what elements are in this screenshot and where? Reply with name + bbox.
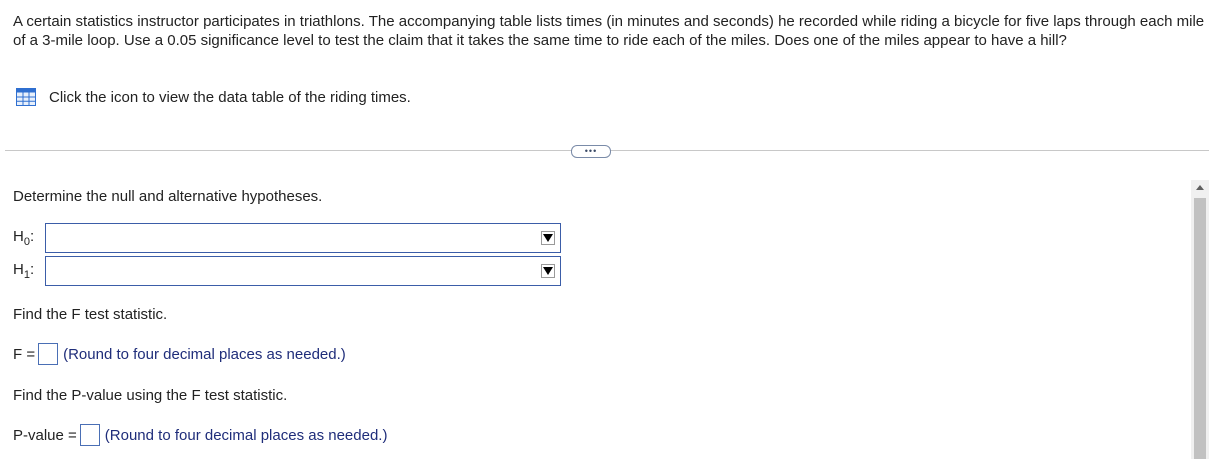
f-stat-row: F = (Round to four decimal places as nee… <box>13 343 346 365</box>
f-stat-label: F = <box>13 345 36 363</box>
f-stat-input[interactable] <box>38 343 59 365</box>
data-table-link: Click the icon to view the data table of… <box>16 88 411 106</box>
h0-dropdown-arrow-icon[interactable] <box>541 231 555 245</box>
scrollbar-thumb[interactable] <box>1194 198 1206 459</box>
question-page: A certain statistics instructor particip… <box>0 0 1209 459</box>
p-value-row: P-value = (Round to four decimal places … <box>13 424 387 446</box>
f-stat-hint: (Round to four decimal places as needed.… <box>63 345 346 363</box>
p-value-label: P-value = <box>13 426 77 444</box>
h1-row: H1: <box>13 256 561 286</box>
p-value-hint: (Round to four decimal places as needed.… <box>104 426 388 444</box>
h1-dropdown-arrow-icon[interactable] <box>541 264 555 278</box>
h0-row: H0: <box>13 223 561 253</box>
h1-label: H1: <box>13 261 35 281</box>
more-options-button[interactable]: ••• <box>571 145 611 158</box>
p-value-input[interactable] <box>79 424 100 446</box>
h0-select[interactable] <box>45 223 561 253</box>
f-stat-prompt: Find the F test statistic. <box>13 306 168 323</box>
hypotheses-prompt: Determine the null and alternative hypot… <box>13 188 323 205</box>
p-value-prompt: Find the P-value using the F test statis… <box>13 387 288 404</box>
vertical-scrollbar[interactable] <box>1191 180 1209 459</box>
question-text: A certain statistics instructor particip… <box>13 13 1205 49</box>
data-table-link-label: Click the icon to view the data table of… <box>49 88 411 106</box>
table-grid-icon[interactable] <box>16 88 36 106</box>
scroll-up-arrow-icon[interactable] <box>1191 180 1209 194</box>
h1-select[interactable] <box>45 256 561 286</box>
h0-label: H0: <box>13 228 35 248</box>
